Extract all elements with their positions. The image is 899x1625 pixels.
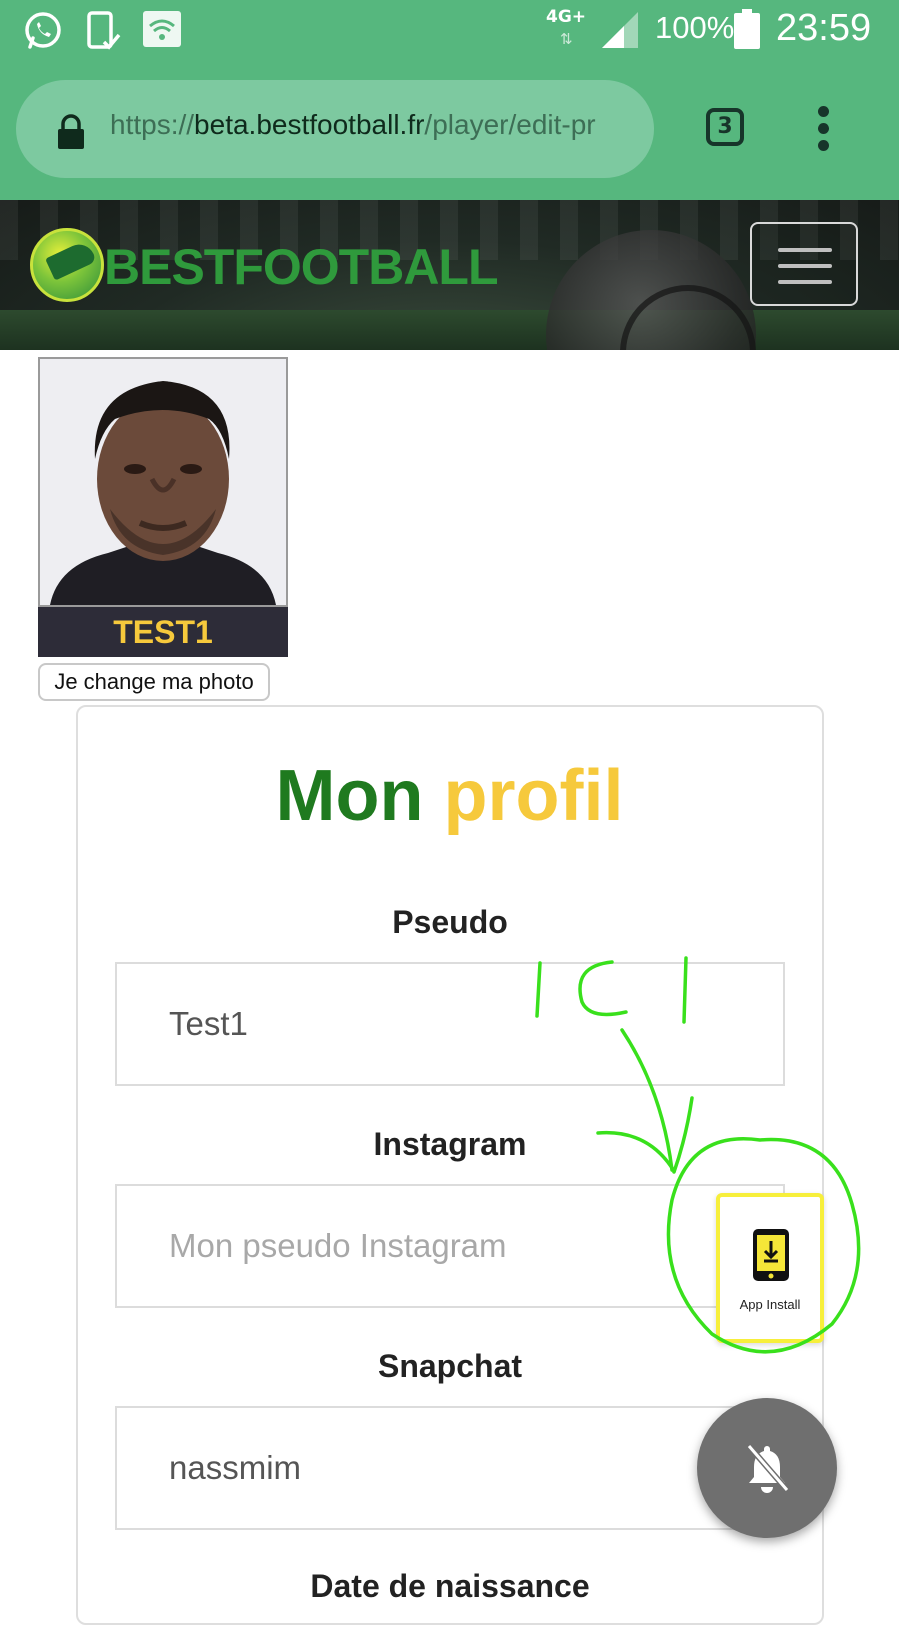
instagram-label: Instagram <box>373 1126 527 1162</box>
birthdate-label: Date de naissance <box>310 1568 590 1604</box>
profile-photo <box>38 357 288 607</box>
player-name: TEST1 <box>38 607 288 657</box>
snapchat-input[interactable] <box>115 1406 785 1530</box>
app-install-button[interactable]: App Install <box>716 1193 824 1343</box>
app-install-label: App Install <box>739 1297 801 1312</box>
network-type: 4G+ <box>546 7 587 27</box>
avatar <box>40 359 286 605</box>
address-bar[interactable]: https://beta.bestfootball.fr/player/edit… <box>16 80 654 178</box>
browser-toolbar: https://beta.bestfootball.fr/player/edit… <box>0 66 899 200</box>
battery-icon <box>734 9 760 49</box>
pseudo-label: Pseudo <box>392 904 508 940</box>
hamburger-menu-button[interactable] <box>750 222 858 306</box>
change-photo-button[interactable]: Je change ma photo <box>38 663 270 701</box>
pitch-background <box>0 310 899 350</box>
overflow-menu-icon[interactable] <box>818 106 830 152</box>
download-done-icon <box>87 11 121 50</box>
wifi-icon <box>143 11 181 47</box>
status-bar: 4G+ ⇅ 100% 23:59 <box>0 0 899 66</box>
lock-icon <box>58 114 84 149</box>
instagram-input[interactable] <box>115 1184 785 1308</box>
battery-percentage: 100% <box>655 10 735 45</box>
brand-logo-text[interactable]: BESTFOOTBALL <box>104 238 499 296</box>
bell-off-icon <box>746 1444 789 1493</box>
clock: 23:59 <box>776 7 872 49</box>
pseudo-input[interactable] <box>115 962 785 1086</box>
snapchat-label: Snapchat <box>377 1348 523 1384</box>
tab-switcher-button[interactable]: 3 <box>706 108 744 146</box>
data-activity-icon: ⇅ <box>560 30 573 48</box>
notifications-muted-button[interactable] <box>697 1398 837 1538</box>
whatsapp-icon <box>25 12 61 49</box>
phone-download-icon <box>753 1229 789 1281</box>
signal-icon <box>602 12 638 48</box>
site-header: BESTFOOTBALL <box>0 200 899 350</box>
url-text: https://beta.bestfootball.fr/player/edit… <box>110 109 596 140</box>
page-title: Mon profil <box>275 756 624 836</box>
